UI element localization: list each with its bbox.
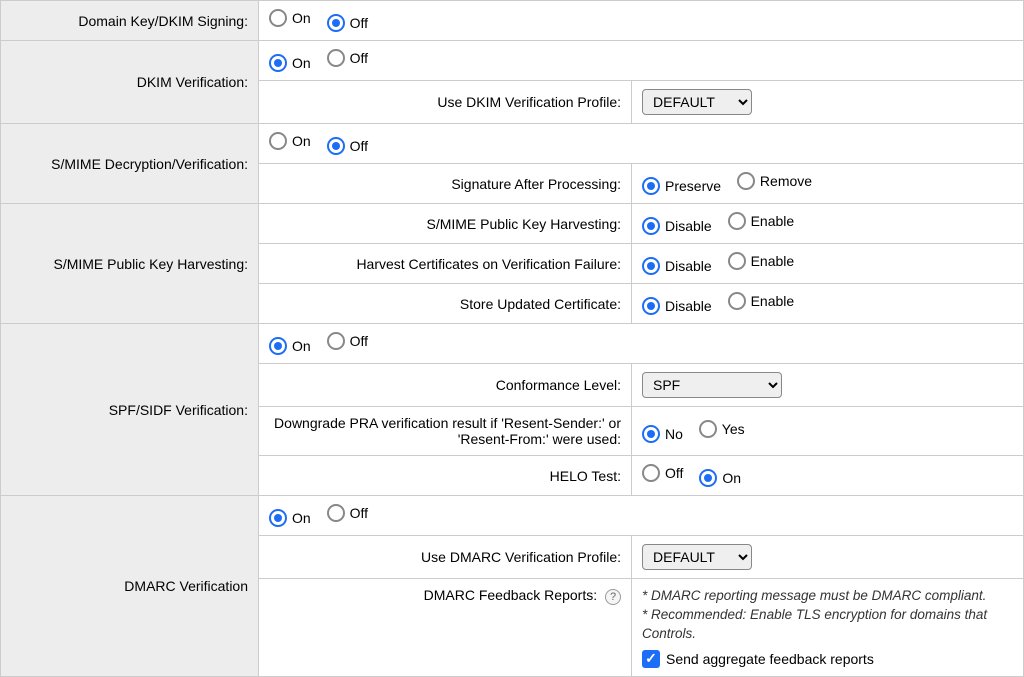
dkim-verification-off-radio[interactable]: [327, 49, 345, 67]
off-label: Off: [350, 15, 368, 31]
off-label: Off: [350, 505, 368, 521]
off-label: Off: [665, 465, 683, 481]
smime-harvest-section-label: S/MIME Public Key Harvesting:: [1, 204, 259, 324]
send-aggregate-label: Send aggregate feedback reports: [666, 651, 874, 667]
off-label: Off: [350, 138, 368, 154]
harvest-cert-fail-disable-radio[interactable]: [642, 257, 660, 275]
dmarc-profile-label: Use DMARC Verification Profile:: [259, 536, 632, 579]
helo-off-radio[interactable]: [642, 464, 660, 482]
downgrade-pra-yes-radio[interactable]: [699, 420, 717, 438]
on-label: On: [292, 55, 311, 71]
signature-after-label: Signature After Processing:: [259, 164, 632, 204]
help-icon[interactable]: ?: [605, 589, 621, 605]
smime-harvest-disable-radio[interactable]: [642, 217, 660, 235]
dmarc-note-2: * Recommended: Enable TLS encryption for…: [642, 606, 1013, 644]
dmarc-feedback-label: DMARC Feedback Reports:: [424, 587, 598, 603]
dkim-signing-on-radio[interactable]: [269, 9, 287, 27]
helo-on-radio[interactable]: [699, 469, 717, 487]
smime-harvest-label: S/MIME Public Key Harvesting:: [259, 204, 632, 244]
dmarc-profile-select[interactable]: DEFAULT: [642, 544, 752, 570]
on-label: On: [292, 510, 311, 526]
enable-label: Enable: [751, 253, 795, 269]
downgrade-pra-no-radio[interactable]: [642, 425, 660, 443]
disable-label: Disable: [665, 258, 712, 274]
conformance-level-select[interactable]: SPF: [642, 372, 782, 398]
disable-label: Disable: [665, 218, 712, 234]
signature-preserve-radio[interactable]: [642, 177, 660, 195]
off-label: Off: [350, 50, 368, 66]
enable-label: Enable: [751, 213, 795, 229]
on-label: On: [292, 10, 311, 26]
no-label: No: [665, 426, 683, 442]
spf-verification-label: SPF/SIDF Verification:: [1, 324, 259, 496]
dkim-verification-label: DKIM Verification:: [1, 41, 259, 124]
dmarc-off-radio[interactable]: [327, 504, 345, 522]
dkim-verification-on-radio[interactable]: [269, 54, 287, 72]
send-aggregate-checkbox[interactable]: [642, 650, 660, 668]
dmarc-note-1: * DMARC reporting message must be DMARC …: [642, 587, 1013, 606]
store-updated-cert-disable-radio[interactable]: [642, 297, 660, 315]
disable-label: Disable: [665, 298, 712, 314]
on-label: On: [292, 133, 311, 149]
on-label: On: [722, 470, 741, 486]
smime-decrypt-off-radio[interactable]: [327, 137, 345, 155]
harvest-cert-fail-label: Harvest Certificates on Verification Fai…: [259, 244, 632, 284]
store-updated-cert-enable-radio[interactable]: [728, 292, 746, 310]
spf-on-radio[interactable]: [269, 337, 287, 355]
enable-label: Enable: [751, 293, 795, 309]
downgrade-pra-label: Downgrade PRA verification result if 'Re…: [259, 407, 632, 456]
store-updated-cert-label: Store Updated Certificate:: [259, 284, 632, 324]
dmarc-on-radio[interactable]: [269, 509, 287, 527]
smime-decrypt-label: S/MIME Decryption/Verification:: [1, 124, 259, 204]
dkim-profile-select[interactable]: DEFAULT: [642, 89, 752, 115]
harvest-cert-fail-enable-radio[interactable]: [728, 252, 746, 270]
dkim-profile-label: Use DKIM Verification Profile:: [259, 81, 632, 124]
preserve-label: Preserve: [665, 178, 721, 194]
dkim-signing-off-radio[interactable]: [327, 14, 345, 32]
spf-off-radio[interactable]: [327, 332, 345, 350]
smime-harvest-enable-radio[interactable]: [728, 212, 746, 230]
off-label: Off: [350, 333, 368, 349]
conformance-level-label: Conformance Level:: [259, 364, 632, 407]
remove-label: Remove: [760, 173, 812, 189]
yes-label: Yes: [722, 421, 745, 437]
smime-decrypt-on-radio[interactable]: [269, 132, 287, 150]
helo-test-label: HELO Test:: [259, 456, 632, 496]
dkim-signing-label: Domain Key/DKIM Signing:: [1, 1, 259, 41]
signature-remove-radio[interactable]: [737, 172, 755, 190]
dmarc-verification-label: DMARC Verification: [1, 496, 259, 677]
on-label: On: [292, 338, 311, 354]
